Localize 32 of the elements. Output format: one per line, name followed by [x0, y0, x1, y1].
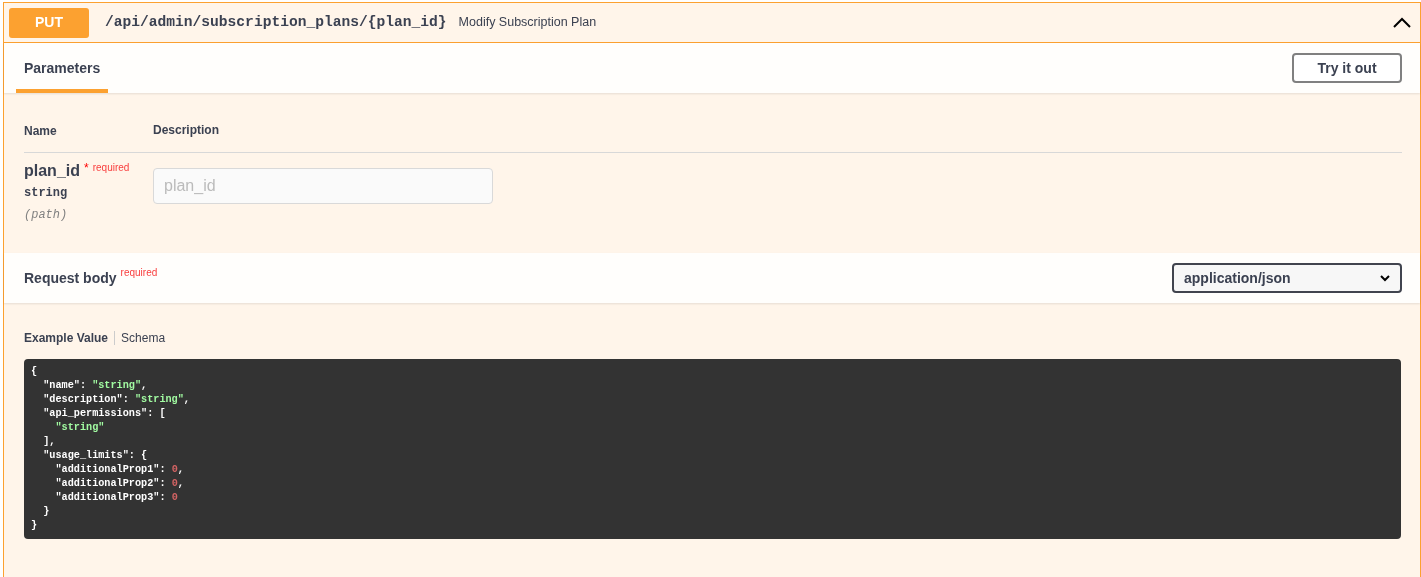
code-line: "description": "string", — [42, 393, 190, 407]
try-it-out-button[interactable]: Try it out — [1292, 53, 1402, 83]
code-line: ], — [42, 435, 56, 449]
code-line: "usage_limits": { — [42, 449, 148, 463]
content-type-dropdown[interactable]: application/json — [1172, 263, 1402, 293]
schema-tab[interactable]: Schema — [121, 329, 166, 347]
column-header: Name — [24, 124, 57, 138]
parameter-input[interactable]: plan_id — [153, 168, 493, 204]
code-line: } — [31, 519, 38, 533]
code-line: { — [31, 365, 38, 379]
required-label: required — [92, 162, 130, 175]
parameter-type: string — [24, 186, 68, 200]
chevron-down-icon — [1380, 274, 1390, 282]
code-line: "api_permissions": [ — [42, 407, 166, 421]
chevron-up-icon[interactable] — [1393, 17, 1411, 30]
code-line: "additionalProp1": 0, — [54, 463, 184, 477]
example-value-tab[interactable]: Example Value — [24, 329, 109, 347]
required-label: required — [120, 265, 158, 280]
parameters-tab[interactable]: Parameters — [16, 43, 109, 93]
endpoint-summary: Modify Subscription Plan — [458, 14, 597, 32]
code-line: "string" — [54, 421, 105, 435]
parameter-location: (path) — [24, 208, 68, 222]
column-header: Description — [153, 123, 219, 137]
code-line: "name": "string", — [42, 379, 148, 393]
request-body-title: Request body — [24, 268, 117, 288]
code-line: } — [42, 505, 50, 519]
parameter-name: plan_id — [24, 161, 80, 181]
code-line: "additionalProp3": 0 — [54, 491, 178, 505]
code-line: "additionalProp2": 0, — [54, 477, 184, 491]
required-asterisk: * — [84, 161, 89, 176]
method-badge: PUT — [9, 7, 89, 38]
endpoint-path: /api/admin/subscription_plans/{plan_id} — [105, 12, 447, 32]
